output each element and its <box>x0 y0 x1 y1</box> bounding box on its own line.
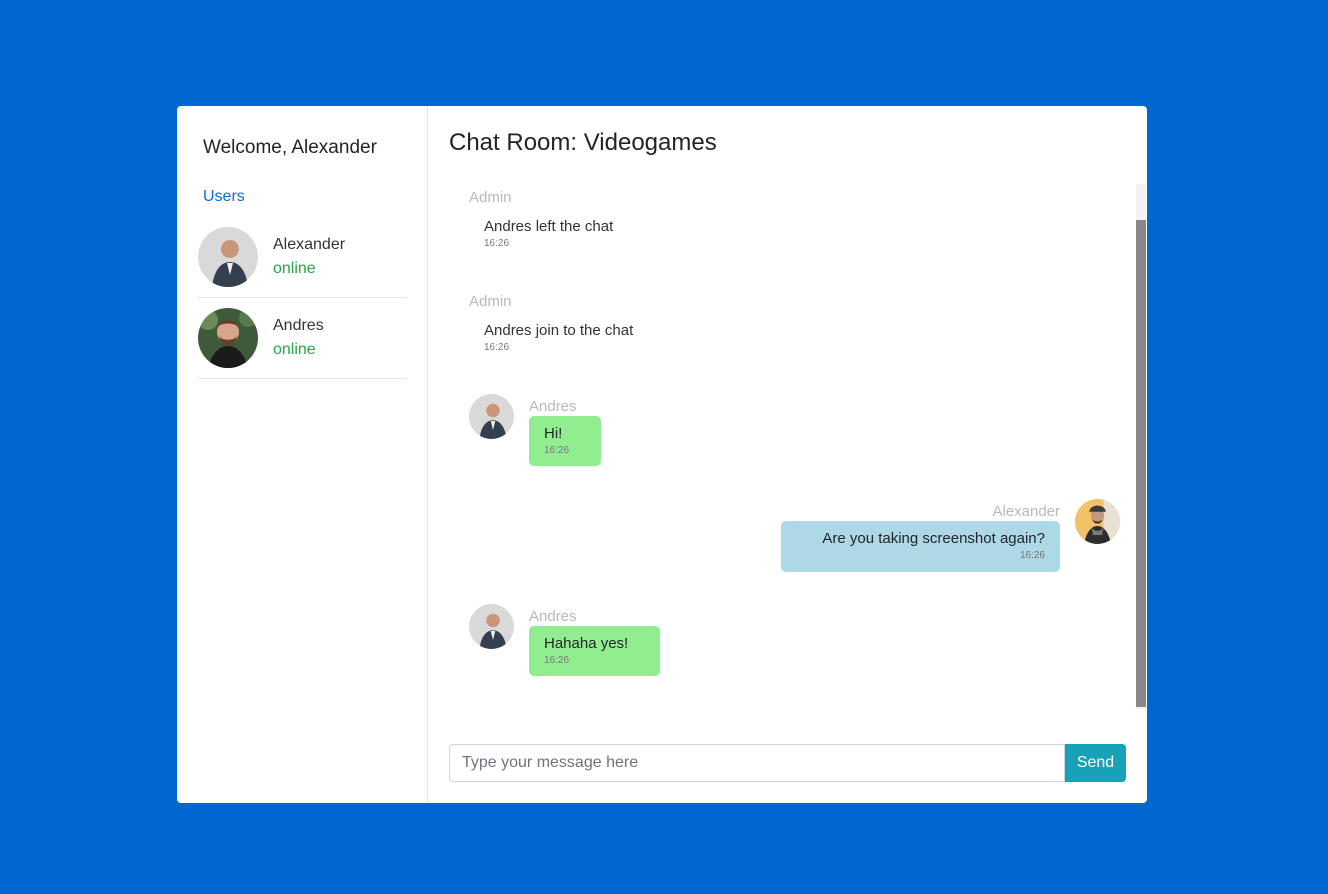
user-item-alexander[interactable]: Alexander online <box>198 217 407 298</box>
user-status: online <box>273 341 316 358</box>
message-bubble: Hi! 16:26 <box>529 416 601 466</box>
message-bubble: Hahaha yes! 16:26 <box>529 626 660 676</box>
message-text: Andres left the chat <box>484 218 614 235</box>
message-sender: Andres <box>529 398 577 415</box>
system-message: Admin Andres join to the chat 16:26 <box>469 293 633 355</box>
message-time: 16:26 <box>544 445 570 456</box>
user-name: Andres <box>273 317 324 334</box>
room-title: Chat Room: Videogames <box>449 129 717 156</box>
user-status: online <box>273 260 316 277</box>
message-sender: Alexander <box>992 503 1060 520</box>
message-sender: Admin <box>469 293 512 310</box>
system-message: Admin Andres left the chat 16:26 <box>469 189 613 251</box>
message-text: Hahaha yes! <box>544 635 629 652</box>
message-sender: Admin <box>469 189 512 206</box>
scrollbar-thumb[interactable] <box>1136 220 1146 707</box>
message-bubble: Are you taking screenshot again? 16:26 <box>781 521 1060 572</box>
avatar <box>1075 499 1120 544</box>
message-time: 16:26 <box>484 342 510 353</box>
avatar <box>198 308 258 368</box>
user-item-andres[interactable]: Andres online <box>198 298 407 379</box>
send-button[interactable]: Send <box>1065 744 1126 782</box>
message-text: Andres join to the chat <box>484 322 634 339</box>
message-input[interactable] <box>449 744 1065 782</box>
avatar <box>469 394 514 439</box>
message-sender: Andres <box>529 608 577 625</box>
message-list: Admin Andres left the chat 16:26 Admin A… <box>449 184 1126 709</box>
message-scrollbar[interactable] <box>1136 184 1146 709</box>
sidebar: Welcome, Alexander Users Alexander onlin… <box>177 106 428 803</box>
message-time: 16:26 <box>544 655 570 666</box>
message-text: Hi! <box>544 425 563 442</box>
user-name: Alexander <box>273 236 346 253</box>
chat-card: Welcome, Alexander Users Alexander onlin… <box>177 106 1147 803</box>
avatar <box>469 604 514 649</box>
message-text: Are you taking screenshot again? <box>822 530 1045 547</box>
user-meta: Alexander online <box>273 233 345 281</box>
user-meta: Andres online <box>273 314 324 362</box>
outgoing-message: Alexander Are you taking screenshot agai… <box>781 499 1120 572</box>
message-composer: Send <box>449 744 1126 782</box>
message-time: 16:26 <box>1019 550 1045 561</box>
incoming-message: Andres Hahaha yes! 16:26 <box>469 604 660 676</box>
incoming-message: Andres Hi! 16:26 <box>469 394 601 466</box>
message-time: 16:26 <box>484 238 510 249</box>
chat-main: Chat Room: Videogames Admin Andres left … <box>428 106 1147 803</box>
users-link[interactable]: Users <box>203 187 407 207</box>
avatar <box>198 227 258 287</box>
welcome-heading: Welcome, Alexander <box>203 137 377 158</box>
